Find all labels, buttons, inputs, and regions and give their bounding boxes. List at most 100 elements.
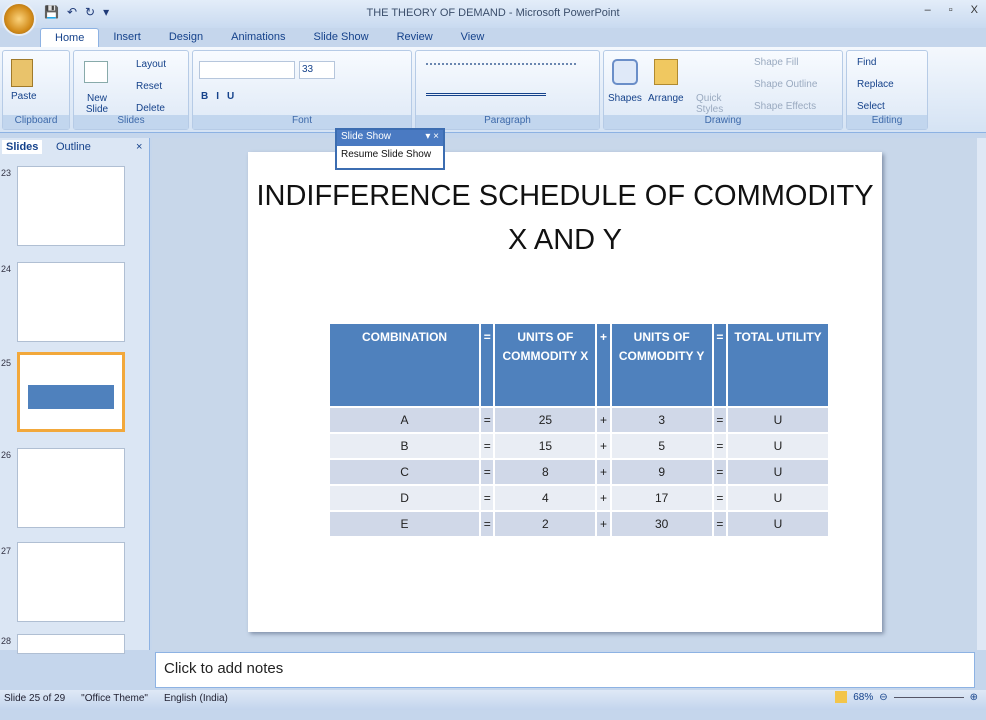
undo-icon[interactable]: ↶ [67,5,77,19]
tab-design[interactable]: Design [155,28,217,48]
shapes-icon[interactable] [612,59,638,85]
paste-button[interactable]: Paste [11,91,37,102]
table-cell: 17 [611,486,712,510]
slide-thumbnail[interactable] [17,634,125,654]
table-cell: 25 [495,408,596,432]
layout-button[interactable]: Layout [136,59,166,70]
table-row: A = 25 +3 = U [330,408,828,432]
arrange-button[interactable]: Arrange [648,93,684,104]
delete-button[interactable]: Delete [136,103,165,114]
table-cell: A [330,408,480,432]
slide-title[interactable]: INDIFFERENCE SCHEDULE OF COMMODITY X AND… [248,174,882,262]
office-button[interactable] [2,2,36,36]
group-label: Clipboard [3,115,69,129]
vertical-scrollbar[interactable] [977,138,986,650]
replace-button[interactable]: Replace [857,79,894,90]
quick-styles-button[interactable]: Quick Styles [696,93,730,115]
group-label: Font [193,115,411,129]
table-cell: 2 [495,512,596,536]
table-cell: = [481,486,494,510]
table-cell: U [728,512,828,536]
table-row: E = 2 +30 = U [330,512,828,536]
title-bar: THE THEORY OF DEMAND - Microsoft PowerPo… [0,0,986,28]
customize-icon[interactable]: ▾ [103,5,109,19]
shapes-button[interactable]: Shapes [608,93,642,104]
ribbon: Paste Clipboard New Slide Layout Reset D… [0,47,986,133]
select-button[interactable]: Select [857,101,885,112]
font-name-field[interactable] [199,61,295,79]
slide-thumbnail[interactable] [17,448,125,528]
table-row: C = 8 +9 = U [330,460,828,484]
tab-slide-show[interactable]: Slide Show [300,28,383,48]
close-pane-icon[interactable]: × [132,140,146,154]
reset-button[interactable]: Reset [136,81,162,92]
table-cell: E [330,512,480,536]
indifference-table[interactable]: COMBINATION = UNITS OF COMMODITY X + UNITS O… [328,322,830,538]
minimize-button[interactable]: – [925,4,931,16]
zoom-level[interactable]: 68% [853,692,873,703]
shape-fill-button[interactable]: Shape Fill [754,57,798,68]
quick-access-toolbar: 💾 ↶ ↻ ▾ [44,5,109,19]
shape-effects-button[interactable]: Shape Effects [754,101,816,112]
window-title: THE THEORY OF DEMAND - Microsoft PowerPo… [366,7,620,19]
tab-outline[interactable]: Outline [52,140,95,154]
arrange-icon[interactable] [654,59,678,85]
table-cell: + [597,486,610,510]
slide-show-toolbar: Slide Show ▾ × Resume Slide Show [335,128,445,170]
font-size-field[interactable]: 33 [299,61,335,79]
table-cell: 5 [611,434,712,458]
column-header: UNITS OF COMMODITY X [495,324,596,406]
align-buttons[interactable] [426,93,546,105]
group-label: Editing [847,115,927,129]
redo-icon[interactable]: ↻ [85,5,95,19]
paragraph-group: Paragraph [415,50,600,130]
zoom-slider[interactable] [893,696,964,698]
tab-review[interactable]: Review [383,28,447,48]
font-format-buttons[interactable]: BIU [201,91,242,102]
table-cell: 8 [495,460,596,484]
tab-home[interactable]: Home [40,28,100,48]
thumb-number: 23 [1,168,12,178]
clipboard-group: Paste Clipboard [2,50,70,130]
normal-view-icon[interactable] [835,691,848,703]
table-cell: + [597,408,610,432]
close-button[interactable]: X [971,4,978,16]
group-label: Paragraph [416,115,599,129]
column-header: + [597,324,610,406]
new-slide-icon[interactable] [84,61,108,83]
tab-slides[interactable]: Slides [2,140,43,154]
language[interactable]: English (India) [164,693,228,707]
slide-thumbnail[interactable] [17,262,125,342]
column-header: = [713,324,726,406]
slide-thumbnail[interactable] [17,166,125,246]
maximize-button[interactable]: ▫ [949,4,953,16]
table-cell: + [597,512,610,536]
editing-group: Find Replace Select Editing [846,50,928,130]
table-cell: = [713,486,726,510]
paste-icon[interactable] [11,59,33,87]
slides-group: New Slide Layout Reset Delete Slides [73,50,189,130]
group-label: Slides [74,115,188,129]
save-icon[interactable]: 💾 [44,5,59,19]
table-cell: C [330,460,480,484]
toolbar-close-icon[interactable]: ▾ × [425,131,439,145]
tab-view[interactable]: View [447,28,499,48]
zoom-in-icon[interactable]: ⊕ [970,692,978,703]
slide-thumbnail-selected[interactable] [17,352,125,432]
shape-outline-button[interactable]: Shape Outline [754,79,817,90]
notes-pane[interactable]: Click to add notes [155,652,975,688]
table-cell: U [728,408,828,432]
bullets-buttons[interactable] [426,63,576,77]
slide-thumbnail[interactable] [17,542,125,622]
table-cell: U [728,434,828,458]
table-cell: = [713,460,726,484]
tab-animations[interactable]: Animations [217,28,299,48]
slide[interactable]: INDIFFERENCE SCHEDULE OF COMMODITY X AND… [248,152,882,632]
table-cell: + [597,460,610,484]
new-slide-button[interactable]: New Slide [80,93,114,115]
find-button[interactable]: Find [857,57,876,68]
zoom-out-icon[interactable]: ⊖ [879,692,887,703]
tab-insert[interactable]: Insert [99,28,155,48]
theme-name[interactable]: "Office Theme" [81,693,148,707]
resume-slide-show-button[interactable]: Resume Slide Show [337,146,443,163]
